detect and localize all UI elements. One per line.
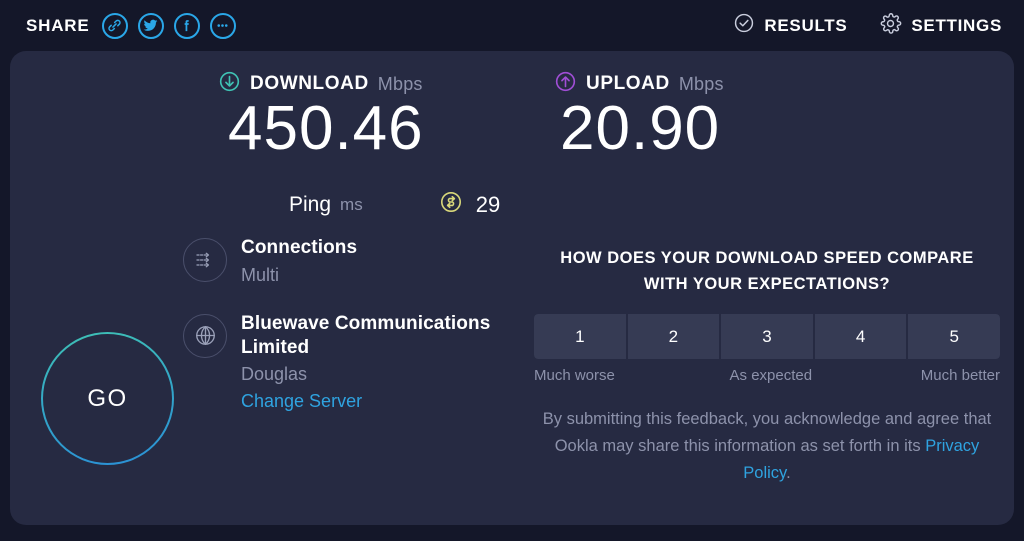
results-button[interactable]: RESULTS	[733, 12, 847, 39]
rating-option[interactable]: 1	[534, 314, 626, 360]
results-label: RESULTS	[764, 15, 848, 35]
disclaimer-text-before: By submitting this feedback, you acknowl…	[542, 410, 992, 455]
connections-text: Connections Multi	[241, 236, 357, 286]
change-server-link[interactable]: Change Server	[241, 391, 513, 412]
download-value: 450.46	[228, 94, 424, 163]
share-label: SHARE	[26, 15, 90, 35]
more-icon[interactable]	[209, 12, 236, 39]
rating-option[interactable]: 3	[721, 314, 813, 360]
globe-icon	[183, 313, 227, 358]
ping-value: 29	[475, 191, 501, 217]
upload-block: UPLOAD Mbps 20.90	[550, 70, 830, 161]
twitter-icon[interactable]	[137, 12, 164, 39]
upload-label: UPLOAD	[586, 73, 670, 94]
rating-option[interactable]: 5	[908, 314, 1000, 360]
latency-icon	[439, 190, 463, 219]
feedback-legend: Much worse As expected Much better	[534, 367, 1000, 384]
header-actions: RESULTS SETTINGS	[733, 12, 1002, 40]
legend-mid: As expected	[729, 367, 813, 385]
speed-readouts: DOWNLOAD Mbps 450.46 UPLOAD Mbps 20.90	[10, 70, 1014, 161]
server-row: Bluewave Communications Limited Douglas …	[183, 312, 513, 413]
server-isp: Bluewave Communications Limited	[241, 312, 491, 358]
feedback-section: HOW DOES YOUR DOWNLOAD SPEED COMPARE WIT…	[534, 246, 1000, 486]
ping-row: Ping ms 29	[289, 190, 500, 219]
link-icon[interactable]	[101, 12, 128, 39]
download-block: DOWNLOAD Mbps 450.46	[202, 70, 482, 161]
connections-row: Connections Multi	[183, 236, 513, 286]
go-button-label: GO	[87, 384, 128, 412]
legend-high: Much better	[920, 367, 1000, 385]
download-label: DOWNLOAD	[250, 73, 369, 94]
settings-label: SETTINGS	[911, 15, 1002, 35]
go-button[interactable]: GO	[41, 332, 174, 465]
results-panel: DOWNLOAD Mbps 450.46 UPLOAD Mbps 20.90 P…	[10, 51, 1014, 525]
gear-icon	[879, 12, 902, 40]
upload-unit: Mbps	[678, 73, 724, 94]
server-location: Douglas	[241, 364, 308, 385]
rating-option[interactable]: 4	[814, 314, 907, 360]
feedback-disclaimer: By submitting this feedback, you acknowl…	[534, 406, 1000, 486]
share-group: SHARE	[26, 12, 236, 39]
connections-icon	[183, 238, 227, 282]
legend-low: Much worse	[534, 367, 615, 385]
disclaimer-text-after: .	[786, 463, 791, 482]
facebook-icon[interactable]	[173, 12, 200, 39]
rating-option[interactable]: 2	[627, 314, 720, 360]
connections-title: Connections	[241, 237, 358, 258]
speedtest-app: SHARE RESULTS SETTINGS DOWNLOAD Mbps 450…	[0, 0, 1024, 541]
ping-label: Ping	[289, 192, 332, 216]
feedback-scale: 1 2 3 4 5	[534, 314, 1000, 360]
connection-info: Connections Multi Bluewave Communication…	[183, 236, 513, 424]
ping-unit: ms	[340, 194, 363, 214]
server-text: Bluewave Communications Limited Douglas …	[241, 312, 513, 413]
connections-value: Multi	[241, 264, 280, 285]
feedback-question: HOW DOES YOUR DOWNLOAD SPEED COMPARE WIT…	[560, 249, 974, 293]
download-unit: Mbps	[377, 73, 423, 94]
check-circle-icon	[733, 12, 755, 39]
app-header: SHARE RESULTS SETTINGS	[0, 0, 1024, 51]
settings-button[interactable]: SETTINGS	[879, 12, 1002, 40]
upload-value: 20.90	[560, 94, 721, 163]
